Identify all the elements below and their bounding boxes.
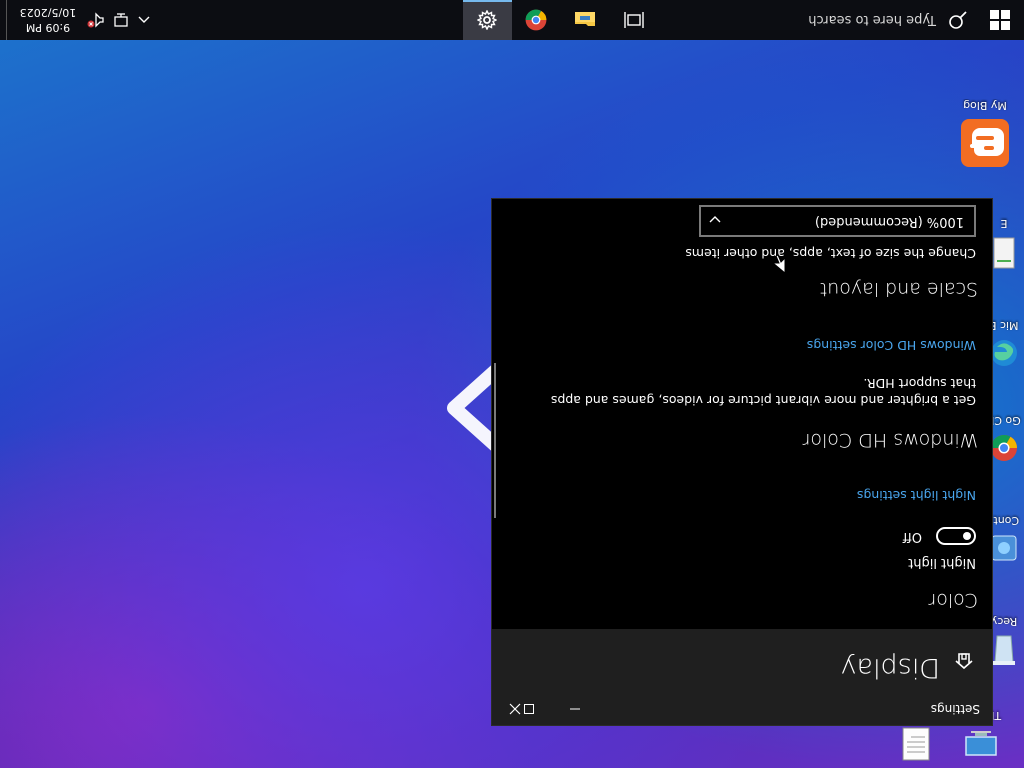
hd-color-description: Get a brighter and more vibrant picture … [550, 376, 976, 408]
settings-window[interactable]: Settings Display Color Night light Off N… [492, 199, 992, 725]
night-light-settings-link[interactable]: Night light settings [857, 488, 976, 503]
minimize-button[interactable] [552, 693, 598, 725]
home-icon[interactable] [954, 651, 974, 671]
night-light-toggle[interactable] [936, 527, 976, 545]
night-light-state: Off [902, 529, 922, 544]
window-title: Settings [930, 702, 980, 716]
task-view-icon [624, 12, 645, 28]
scale-layout-heading: Scale and layout [819, 278, 978, 300]
network-icon-button[interactable] [109, 9, 131, 31]
show-desktop-button[interactable] [0, 0, 7, 40]
task-view-button[interactable] [610, 0, 659, 40]
close-icon [509, 703, 521, 715]
recycle-bin-icon [993, 635, 1015, 665]
scrollbar[interactable] [494, 363, 496, 518]
clock-time: 9:09 PM [25, 21, 71, 34]
page-header: Display [492, 629, 992, 693]
folder-icon [575, 12, 596, 26]
windows-logo-icon [990, 10, 1010, 30]
system-tray: 9:09 PM 10/5/2023 [0, 0, 157, 40]
desktop-icon-my-blog[interactable]: My Blog [950, 99, 1020, 168]
page-title: Display [840, 652, 940, 683]
chevron-up-icon [138, 16, 150, 23]
toggle-knob [963, 532, 971, 540]
minimize-icon [570, 708, 580, 710]
volume-muted-icon [87, 12, 104, 28]
mouse-cursor-icon [772, 254, 786, 274]
night-light-label: Night light [908, 555, 976, 570]
show-hidden-icons-button[interactable] [133, 9, 155, 31]
taskbar-apps [463, 0, 659, 40]
color-heading: Color [928, 589, 978, 611]
blogger-icon [961, 119, 1009, 167]
document-icon [993, 237, 1015, 269]
search-placeholder: Type here to search [808, 12, 936, 28]
window-close-button[interactable] [492, 693, 538, 725]
search-box[interactable]: Type here to search [806, 0, 976, 40]
computer-icon [965, 731, 997, 756]
start-button[interactable] [976, 0, 1024, 40]
settings-content: Color Night light Off Night light settin… [492, 199, 992, 629]
scale-label: Change the size of text, apps, and other… [685, 246, 976, 261]
hd-color-settings-link[interactable]: Windows HD Color settings [807, 338, 976, 353]
hd-color-heading: Windows HD Color [802, 429, 978, 451]
title-bar[interactable]: Settings [492, 693, 992, 725]
chevron-down-icon [709, 216, 721, 223]
desktop-icon-text-document[interactable] [896, 723, 936, 762]
chrome-icon [526, 9, 547, 31]
search-icon [949, 11, 967, 29]
network-icon [114, 13, 128, 27]
file-explorer-button[interactable] [561, 0, 610, 40]
volume-button[interactable] [85, 9, 107, 31]
taskbar: Type here to search 9:09 PM 10/5/2023 [0, 0, 1024, 40]
chrome-taskbar-button[interactable] [512, 0, 561, 40]
scale-dropdown-value: 100% (Recommended) [814, 214, 964, 229]
clock-date: 10/5/2023 [19, 6, 77, 19]
edge-icon [991, 340, 1017, 366]
scale-dropdown[interactable]: 100% (Recommended) [699, 205, 976, 237]
chrome-icon [990, 434, 1018, 461]
desktop-icon-label: My Blog [963, 99, 1007, 112]
clock[interactable]: 9:09 PM 10/5/2023 [11, 5, 85, 35]
text-file-icon [902, 727, 930, 761]
settings-taskbar-button[interactable] [463, 0, 512, 40]
control-panel-icon [991, 535, 1017, 561]
gear-icon [477, 10, 498, 30]
